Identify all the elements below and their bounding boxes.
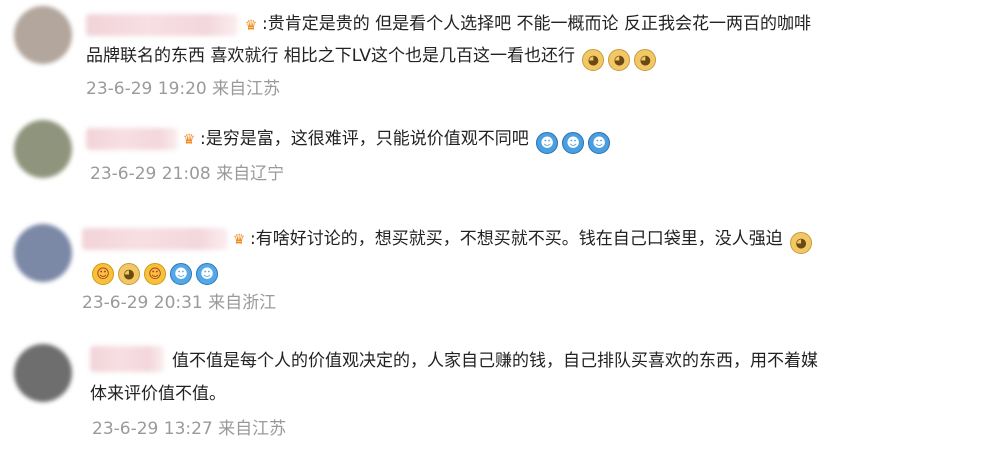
comment-time: 23-6-29 21:08: [90, 164, 211, 184]
comment-text: 体来评价值不值。: [90, 384, 226, 404]
comment-time: 23-6-29 13:27: [92, 419, 213, 439]
comment-text-line: :是穷是富，这很难评，只能说价值观不同吧 ☻ ☻ ☻: [200, 127, 614, 154]
doge-emoji-icon: ◕: [608, 49, 631, 71]
doge-emoji-icon: ◕: [634, 49, 657, 71]
vip-crown-icon: ♛: [244, 18, 258, 34]
comment-meta: 23-6-29 19:20 来自江苏: [86, 78, 280, 100]
avatar[interactable]: [14, 344, 72, 402]
username-blurred[interactable]: [82, 228, 228, 250]
comment-text: 有啥好讨论的，想买就买，不想买就不买。钱在自己口袋里，没人强迫: [255, 229, 783, 249]
sweat-emoji-icon: ☻: [588, 132, 611, 154]
comment-text-line: :有啥好讨论的，想买就买，不想买就不买。钱在自己口袋里，没人强迫 ◕: [250, 227, 816, 254]
avatar[interactable]: [14, 224, 72, 282]
username-blurred[interactable]: [86, 128, 178, 150]
vip-crown-icon: ♛: [232, 232, 246, 248]
laugh-cry-emoji-icon: ☻: [170, 263, 192, 285]
comment-location: 来自辽宁: [216, 164, 285, 184]
emoji-group: ☺ ◕ ☺ ☻ ☻: [92, 261, 222, 285]
comment-text-line: 体来评价值不值。: [90, 382, 226, 406]
yum-emoji-icon: ☺: [92, 263, 114, 285]
comment-location: 来自江苏: [212, 79, 281, 99]
username-blurred[interactable]: [90, 346, 164, 372]
comment-location: 来自江苏: [218, 419, 287, 439]
emoji-group: ☻ ☻ ☻: [536, 130, 614, 154]
comment-text-line: 值不值是每个人的价值观决定的，人家自己赚的钱，自己排队买喜欢的东西，用不着媒: [172, 349, 818, 373]
comment-time: 23-6-29 19:20: [86, 79, 207, 99]
comment-text: 贵肯定是贵的 但是看个人选择吧 不能一概而论 反正我会花一两百的咖啡: [267, 14, 811, 34]
doge-emoji-icon: ◕: [118, 263, 140, 285]
comment-text-line: 品牌联名的东西 喜欢就行 相比之下LV这个也是几百这一看也还行 ◕ ◕ ◕: [86, 44, 660, 71]
comment-text: 品牌联名的东西 喜欢就行 相比之下LV这个也是几百这一看也还行: [86, 46, 576, 66]
laugh-cry-emoji-icon: ☻: [196, 263, 218, 285]
comment-time: 23-6-29 20:31: [82, 293, 203, 313]
doge-emoji-icon: ◕: [582, 49, 605, 71]
emoji-line: ☺ ◕ ☺ ☻ ☻: [90, 258, 222, 285]
comment-text: 是穷是富，这很难评，只能说价值观不同吧: [205, 129, 529, 149]
doge-emoji-icon: ◕: [790, 232, 813, 254]
yum-emoji-icon: ☺: [144, 263, 166, 285]
comment-meta: 23-6-29 13:27 来自江苏: [92, 418, 286, 440]
avatar[interactable]: [14, 6, 72, 64]
comment-meta: 23-6-29 20:31 来自浙江: [82, 292, 276, 314]
comment-meta: 23-6-29 21:08 来自辽宁: [90, 163, 284, 185]
emoji-group: ◕ ◕ ◕: [582, 47, 660, 71]
username-blurred[interactable]: [86, 14, 238, 36]
sweat-emoji-icon: ☻: [536, 132, 559, 154]
comment-text-line: :贵肯定是贵的 但是看个人选择吧 不能一概而论 反正我会花一两百的咖啡: [262, 12, 811, 36]
sweat-emoji-icon: ☻: [562, 132, 585, 154]
vip-crown-icon: ♛: [182, 132, 196, 148]
avatar[interactable]: [14, 120, 72, 178]
comment-text: 值不值是每个人的价值观决定的，人家自己赚的钱，自己排队买喜欢的东西，用不着媒: [172, 351, 818, 371]
comment-location: 来自浙江: [208, 293, 277, 313]
emoji-group: ◕: [790, 230, 816, 254]
